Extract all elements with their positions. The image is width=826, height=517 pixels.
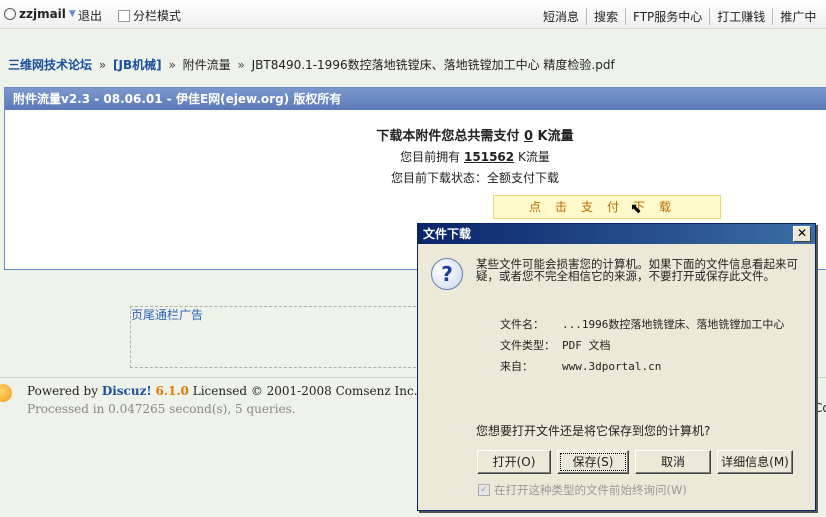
details-button[interactable]: 详细信息(M)	[717, 450, 793, 474]
filename-value: ...1996数控落地铣镗床、落地铣镗加工中心	[562, 318, 785, 331]
version-link[interactable]: 6.1.0	[155, 384, 188, 398]
balance-value: 151562	[464, 150, 515, 164]
from-value: www.3dportal.cn	[562, 360, 662, 373]
powered-by-label: Powered by	[27, 384, 98, 398]
username[interactable]: zzjmail	[19, 7, 66, 21]
question-icon: ?	[431, 258, 463, 290]
nav-messages[interactable]: 短消息	[536, 8, 586, 25]
file-info: 文件名： ...1996数控落地铣镗床、落地铣镗加工中心 文件类型： PDF 文…	[500, 314, 784, 377]
nav-ftp[interactable]: FTP服务中心	[625, 8, 709, 25]
always-ask-checkbox[interactable]: ✓	[478, 484, 490, 496]
chevron-down-icon[interactable]: ▼	[69, 9, 76, 19]
nav-search[interactable]: 搜索	[586, 8, 625, 25]
breadcrumb-sep: »	[237, 58, 245, 72]
pay-download-button[interactable]: 点击支付下载	[493, 195, 721, 219]
file-download-dialog: 文件下载 ✕ ? 某些文件可能会损害您的计算机。如果下面的文件信息看起来可疑，或…	[417, 223, 816, 511]
top-nav: 短消息 搜索 FTP服务中心 打工赚钱 推广中	[536, 8, 823, 25]
balance-unit: K流量	[517, 150, 550, 164]
nav-earn[interactable]: 打工赚钱	[709, 8, 772, 25]
filename-row: 文件名： ...1996数控落地铣镗床、落地铣镗加工中心	[500, 314, 784, 335]
save-button[interactable]: 保存(S)	[557, 450, 629, 474]
warning-text: 某些文件可能会损害您的计算机。如果下面的文件信息看起来可疑，或者您不完全相信它的…	[476, 257, 798, 283]
breadcrumb-sep: »	[98, 58, 107, 72]
panel-header: 附件流量v2.3 - 08.06.01 - 伊佳E网(ejew.org) 版权所…	[5, 88, 826, 110]
breadcrumb-file: JBT8490.1-1996数控落地铣镗床、落地铣镗加工中心 精度检验.pdf	[251, 58, 615, 72]
close-button[interactable]: ✕	[793, 226, 811, 242]
cost-value: 0	[523, 129, 533, 144]
breadcrumb-section: 附件流量	[182, 58, 231, 72]
from-row: 来自： www.3dportal.cn	[500, 356, 784, 377]
ad-label: 页尾通栏广告	[131, 308, 204, 322]
filename-label: 文件名：	[500, 318, 544, 331]
breadcrumb-sep: »	[168, 58, 176, 72]
user-icon	[4, 8, 16, 20]
split-mode-icon	[118, 9, 130, 22]
split-mode-label[interactable]: 分栏模式	[133, 7, 181, 24]
breadcrumb-board[interactable]: [JB机械]	[113, 58, 162, 72]
nav-promo[interactable]: 推广中	[772, 8, 823, 25]
breadcrumb: 三维网技术论坛 » [JB机械] » 附件流量 » JBT8490.1-1996…	[8, 56, 615, 73]
status-line: 您目前下载状态：全额支付下载	[390, 171, 559, 185]
dialog-buttons: 打开(O) 保存(S) 取消 详细信息(M)	[477, 450, 793, 474]
powered-by: Powered by Discuz! 6.1.0 Licensed © 2001…	[27, 384, 418, 398]
filetype-label: 文件类型：	[500, 339, 555, 352]
dialog-title[interactable]: 文件下载	[418, 224, 815, 244]
cancel-button[interactable]: 取消	[635, 450, 711, 474]
cost-line: 下载本附件您总共需支付 0 K流量	[5, 126, 725, 147]
filetype-row: 文件类型： PDF 文档	[500, 335, 784, 356]
cost-unit: K流量	[537, 129, 574, 144]
mouse-cursor-icon: ⬉	[630, 201, 642, 217]
processed-info: Processed in 0.047265 second(s), 5 queri…	[27, 402, 296, 416]
balance-label: 您目前拥有	[400, 150, 461, 164]
cost-label: 下载本附件您总共需支付	[376, 129, 520, 144]
discuz-logo-icon	[0, 384, 12, 402]
payment-info: 下载本附件您总共需支付 0 K流量 您目前拥有 151562 K流量 您目前下载…	[5, 126, 725, 189]
always-ask-label: 在打开这种类型的文件前始终询问(W)	[494, 483, 687, 497]
always-ask-option: ✓ 在打开这种类型的文件前始终询问(W)	[478, 482, 687, 498]
open-button[interactable]: 打开(O)	[477, 450, 551, 474]
breadcrumb-forum[interactable]: 三维网技术论坛	[8, 58, 92, 72]
brand-link[interactable]: Discuz!	[102, 384, 152, 398]
filetype-value: PDF 文档	[562, 339, 611, 352]
question-text: 您想要打开文件还是将它保存到您的计算机?	[476, 424, 711, 438]
footer-ad-banner[interactable]: 页尾通栏广告	[130, 306, 431, 368]
logout-link[interactable]: 退出	[78, 7, 102, 24]
user-menu[interactable]: zzjmail ▼	[4, 7, 76, 21]
from-label: 来自：	[500, 360, 533, 373]
top-bar: zzjmail ▼ 退出 分栏模式 短消息 搜索 FTP服务中心 打工赚钱 推广…	[0, 0, 826, 29]
license-text: Licensed © 2001-2008 Comsenz Inc.	[192, 384, 418, 398]
balance-line: 您目前拥有 151562 K流量	[5, 147, 725, 168]
split-mode-toggle[interactable]: 分栏模式	[118, 7, 181, 24]
